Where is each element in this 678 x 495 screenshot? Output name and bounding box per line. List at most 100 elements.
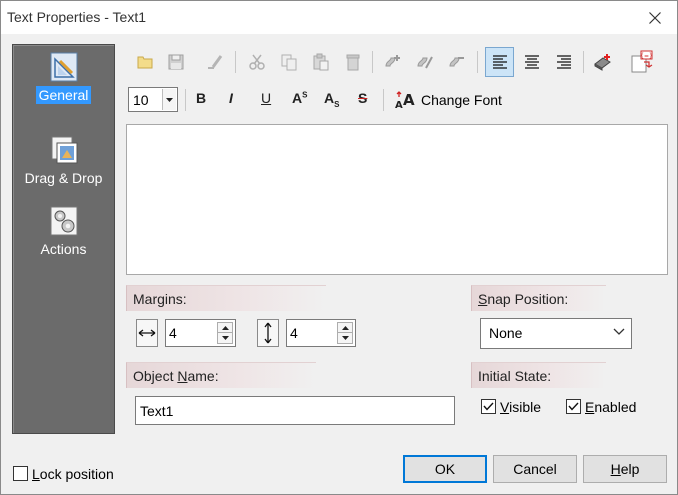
cut-icon xyxy=(249,54,265,70)
close-icon xyxy=(649,11,661,24)
subscript-button[interactable]: AS xyxy=(324,90,339,109)
clear-format-icon xyxy=(208,55,223,69)
nav-item-drag-drop[interactable]: Drag & Drop xyxy=(13,134,114,187)
change-font-icon: A A xyxy=(395,91,415,111)
nav-label-general: General xyxy=(35,86,92,104)
add-link-button[interactable] xyxy=(381,50,405,74)
lock-position-label[interactable]: Lock position xyxy=(32,466,114,482)
italic-button[interactable]: I xyxy=(229,90,233,106)
toolbar-separator xyxy=(583,51,584,73)
visible-checkbox[interactable] xyxy=(481,399,496,414)
toolbar-separator xyxy=(372,51,373,73)
align-right-button[interactable] xyxy=(552,50,576,74)
close-button[interactable] xyxy=(633,1,677,34)
text-editor[interactable] xyxy=(126,124,668,275)
remove-link-icon xyxy=(449,57,464,67)
delete-icon xyxy=(346,54,360,71)
checkmark-icon xyxy=(483,402,494,411)
cut-button[interactable] xyxy=(245,50,269,74)
align-center-button[interactable] xyxy=(520,50,544,74)
font-size-value: 10 xyxy=(133,92,149,108)
initial-state-group: Initial State: xyxy=(471,362,668,432)
subscript-suffix: S xyxy=(334,99,340,109)
superscript-label: A xyxy=(292,90,303,106)
toolbar-separator xyxy=(383,89,384,111)
nav-label-drag-drop: Drag & Drop xyxy=(24,170,103,186)
snap-position-label: Snap Position: xyxy=(471,285,606,311)
spin-down-icon[interactable] xyxy=(338,333,352,343)
margins-label: Margins: xyxy=(126,285,326,311)
vertical-margin-icon xyxy=(257,319,279,347)
toolbar-separator xyxy=(477,51,478,73)
enabled-label[interactable]: Enabled xyxy=(585,399,636,415)
superscript-button[interactable]: AS xyxy=(292,90,307,106)
enabled-checkbox[interactable] xyxy=(566,399,581,414)
nav-item-actions[interactable]: Actions xyxy=(13,205,114,258)
horizontal-margin-value: 4 xyxy=(169,325,177,341)
copy-button[interactable] xyxy=(277,50,301,74)
nav-label-actions: Actions xyxy=(40,241,87,257)
horizontal-margin-spinner[interactable]: 4 xyxy=(165,319,236,347)
eraser-icon xyxy=(594,54,611,71)
text-properties-dialog: Text Properties - Text1 General Drag & D… xyxy=(0,0,678,495)
lock-position-checkbox[interactable] xyxy=(13,466,28,481)
toolbar-separator xyxy=(185,89,186,111)
align-right-icon xyxy=(557,55,571,69)
change-font-button[interactable]: Change Font xyxy=(421,92,502,108)
horizontal-margin-stepper[interactable] xyxy=(217,322,233,344)
underline-button[interactable]: U xyxy=(261,90,271,106)
vertical-margin-value: 4 xyxy=(290,325,298,341)
edit-link-icon xyxy=(417,56,433,69)
save-icon xyxy=(168,54,184,70)
spin-up-icon[interactable] xyxy=(218,323,232,333)
help-button[interactable]: Help xyxy=(583,455,667,483)
initial-state-label: Initial State: xyxy=(471,362,606,388)
object-name-label: Object Name: xyxy=(126,362,316,388)
paste-icon xyxy=(313,53,329,71)
bold-button[interactable]: B xyxy=(196,90,206,106)
visible-label[interactable]: Visible xyxy=(500,399,541,415)
drag-drop-icon xyxy=(51,136,77,164)
save-button[interactable] xyxy=(164,50,188,74)
svg-text:{=}: {=} xyxy=(640,53,653,60)
horizontal-margin-icon xyxy=(136,319,158,347)
checkmark-icon xyxy=(568,402,579,411)
change-font-icon-button[interactable]: A A xyxy=(393,88,419,112)
snap-position-select[interactable]: None xyxy=(480,318,632,349)
cancel-button[interactable]: Cancel xyxy=(493,455,577,483)
open-icon xyxy=(137,56,153,69)
window-title: Text Properties - Text1 xyxy=(7,9,147,25)
actions-gears-icon xyxy=(50,206,77,236)
eraser-button[interactable] xyxy=(591,50,615,74)
spin-down-icon[interactable] xyxy=(218,333,232,343)
insert-field-icon: {=} xyxy=(631,50,653,73)
subscript-label: A xyxy=(324,90,335,106)
remove-link-button[interactable] xyxy=(445,50,469,74)
chevron-down-icon xyxy=(166,97,173,102)
strikethrough-button[interactable]: S xyxy=(358,90,367,106)
open-button[interactable] xyxy=(133,50,157,74)
align-left-button[interactable] xyxy=(485,47,514,77)
ok-button[interactable]: OK xyxy=(403,455,487,483)
nav-item-general[interactable]: General xyxy=(13,51,114,104)
spin-up-icon[interactable] xyxy=(338,323,352,333)
general-pencil-triangle-icon xyxy=(50,52,77,82)
edit-link-button[interactable] xyxy=(413,50,437,74)
clear-format-button[interactable] xyxy=(203,50,227,74)
snap-position-value: None xyxy=(489,325,523,341)
toolbar-separator xyxy=(235,51,236,73)
superscript-suffix: S xyxy=(302,90,308,100)
vertical-margin-spinner[interactable]: 4 xyxy=(286,319,356,347)
delete-button[interactable] xyxy=(341,50,365,74)
add-link-icon xyxy=(385,55,400,67)
chevron-down-icon xyxy=(613,328,625,335)
align-center-icon xyxy=(525,55,539,69)
font-size-combo[interactable]: 10 xyxy=(128,87,178,112)
font-size-dropdown-button[interactable] xyxy=(162,89,176,110)
svg-text:A: A xyxy=(395,100,403,111)
align-left-icon xyxy=(492,55,507,69)
object-name-input[interactable]: Text1 xyxy=(135,396,455,425)
paste-button[interactable] xyxy=(309,50,333,74)
insert-field-button[interactable]: {=} xyxy=(630,50,654,74)
vertical-margin-stepper[interactable] xyxy=(337,322,353,344)
